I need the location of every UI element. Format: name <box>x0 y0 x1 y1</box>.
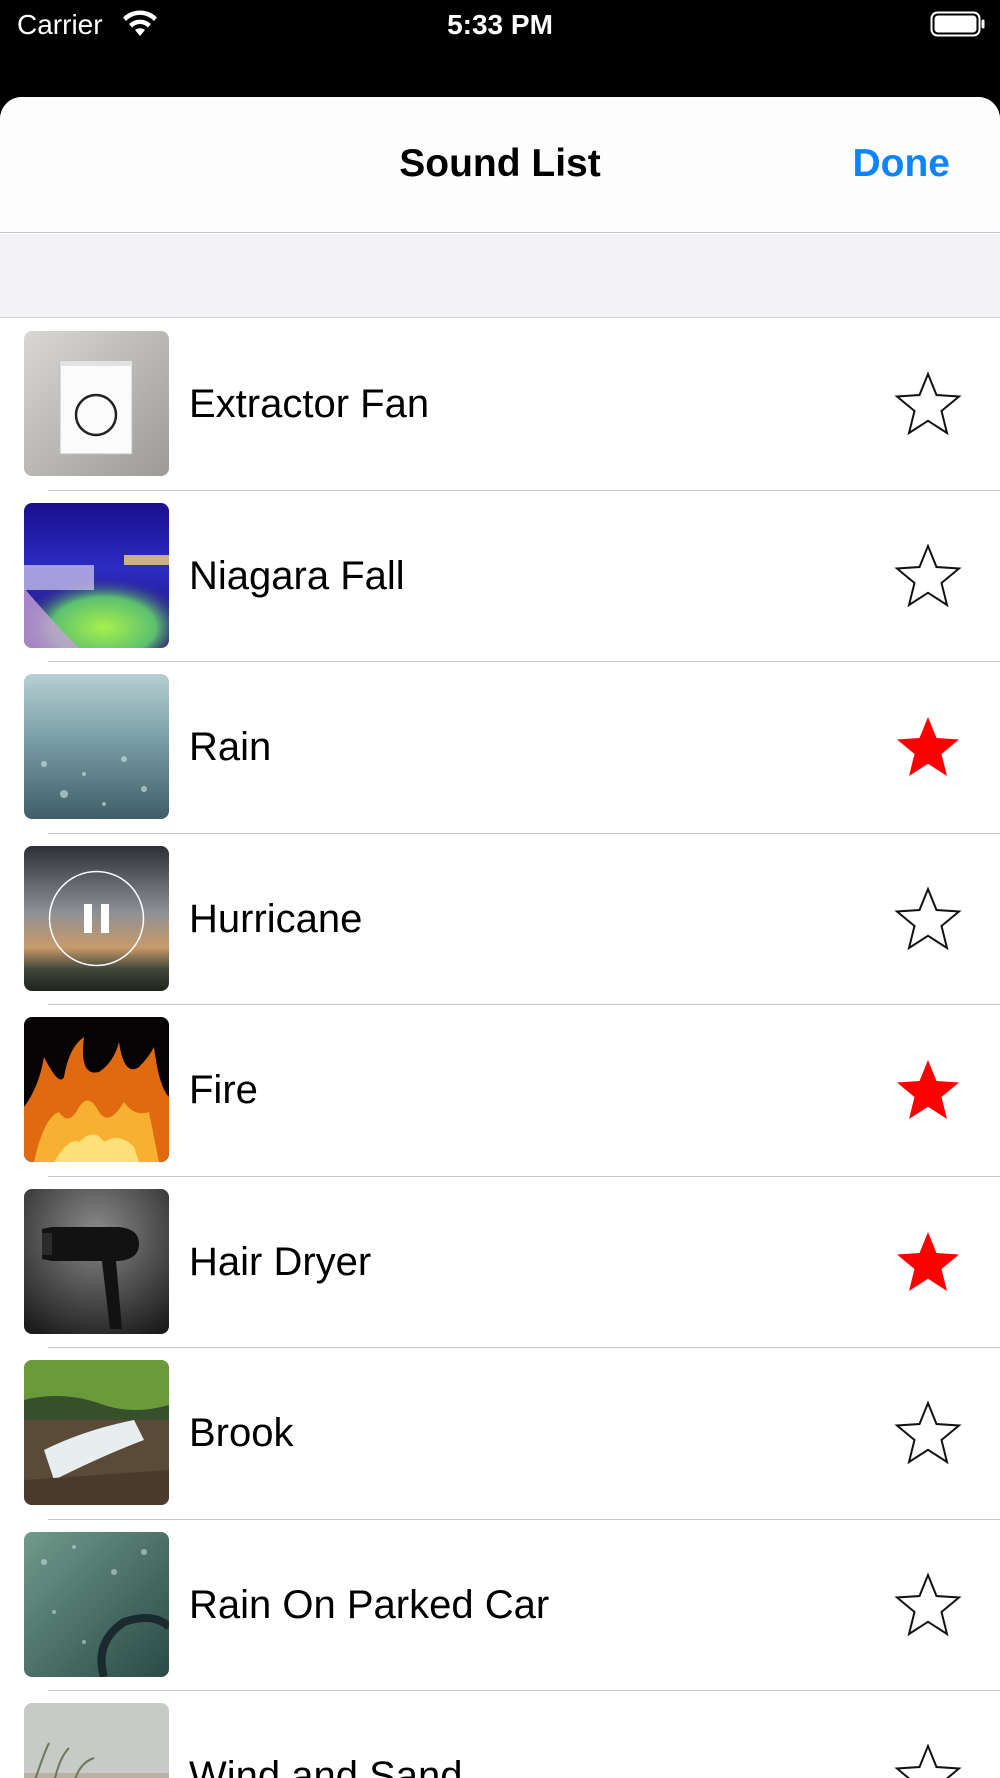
sound-label: Brook <box>189 1411 294 1455</box>
sound-label: Niagara Fall <box>189 553 405 598</box>
fire-thumbnail <box>24 1017 169 1162</box>
star-outline-icon[interactable] <box>894 542 962 609</box>
sound-row-hair-dryer[interactable]: Hair Dryer <box>0 1177 1000 1349</box>
sound-row-extractor-fan[interactable]: Extractor Fan <box>0 319 1000 491</box>
navigation-bar: Sound List Done <box>0 97 1000 233</box>
page-title: Sound List <box>399 142 601 185</box>
rain-on-parked-car-thumbnail <box>24 1531 169 1677</box>
sound-row-rain[interactable]: Rain <box>0 662 1000 834</box>
sound-label: Fire <box>189 1068 258 1112</box>
brook-thumbnail <box>24 1360 169 1505</box>
wind-and-sand-thumbnail <box>24 1703 169 1778</box>
star-outline-icon[interactable] <box>894 371 962 437</box>
star-outline-icon[interactable] <box>894 1400 962 1466</box>
star-filled-icon[interactable] <box>894 1229 962 1295</box>
sound-label: Rain On Parked Car <box>189 1582 550 1627</box>
status-bar: Carrier 5:33 PM <box>0 0 1000 60</box>
sound-list: Extractor Fan Niagara Fall Rain Hurrican… <box>0 319 1000 1778</box>
sound-row-hurricane[interactable]: Hurricane <box>0 834 1000 1006</box>
status-time: 5:33 PM <box>447 9 553 40</box>
hair-dryer-thumbnail <box>24 1188 169 1334</box>
sound-row-fire[interactable]: Fire <box>0 1005 1000 1177</box>
extractor-fan-thumbnail <box>24 331 169 476</box>
star-filled-icon[interactable] <box>894 1057 962 1123</box>
star-outline-icon[interactable] <box>894 1743 962 1778</box>
sound-row-wind-and-sand[interactable]: Wind and Sand <box>0 1691 1000 1778</box>
niagara-fall-thumbnail <box>24 502 169 648</box>
battery-icon <box>930 11 985 37</box>
done-button[interactable]: Done <box>853 142 951 186</box>
star-filled-icon[interactable] <box>894 714 962 780</box>
sound-label: Wind and Sand <box>189 1754 463 1778</box>
sound-label: Hair Dryer <box>189 1239 372 1284</box>
pause-icon[interactable] <box>24 846 169 991</box>
sound-label: Rain <box>189 725 272 769</box>
star-outline-icon[interactable] <box>894 1571 962 1638</box>
sound-row-niagara-fall[interactable]: Niagara Fall <box>0 491 1000 663</box>
sound-row-brook[interactable]: Brook <box>0 1348 1000 1520</box>
sound-row-rain-on-parked-car[interactable]: Rain On Parked Car <box>0 1520 1000 1692</box>
section-header <box>0 234 1000 318</box>
sound-label: Hurricane <box>189 896 363 941</box>
sound-list-sheet: Sound List Done Extractor Fan Niagara Fa… <box>0 97 1000 1778</box>
rain-thumbnail <box>24 674 169 819</box>
star-outline-icon[interactable] <box>894 885 962 952</box>
sound-label: Extractor Fan <box>189 382 430 426</box>
